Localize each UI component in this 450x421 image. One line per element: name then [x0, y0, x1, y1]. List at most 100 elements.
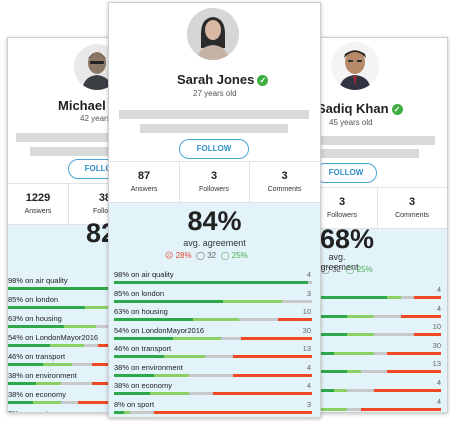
bar-segment — [374, 389, 441, 392]
topic-label: 8% on sport — [8, 409, 48, 412]
stat-value: 3 — [210, 170, 218, 182]
stat-value: 3 — [408, 196, 416, 208]
topic-count: 13 — [432, 359, 441, 369]
bar-segment — [83, 344, 98, 347]
topic-count: 4 — [436, 303, 441, 313]
bar-segment — [129, 410, 154, 414]
agreement-breakdown: ◯ 32 ◯ 25% — [321, 265, 373, 274]
bar-segment — [240, 336, 312, 340]
bar-segment — [64, 325, 97, 328]
bar-segment — [347, 314, 374, 318]
bar-segment — [205, 355, 233, 358]
bar-segment — [114, 410, 124, 414]
topic-count: 4 — [436, 378, 441, 387]
follow-button[interactable]: FOLLOW — [315, 163, 377, 183]
bar-segment — [360, 370, 388, 374]
stat-value: 87 — [137, 170, 151, 182]
bio-placeholder — [119, 110, 309, 119]
agreement-bar — [114, 392, 312, 395]
bar-segment — [360, 407, 441, 411]
topic-label: 46% on transport — [114, 344, 172, 353]
topic-count: 3 — [306, 288, 311, 298]
profile-age: 45 years old — [329, 118, 373, 127]
bio-placeholder — [307, 136, 435, 145]
topic-count: 3 — [306, 399, 311, 409]
stat-label: Comments — [267, 186, 302, 193]
bar-segment — [114, 318, 194, 321]
bar-segment — [400, 314, 441, 318]
stat-answers[interactable]: 1229 Answers — [8, 184, 69, 224]
avatar-sarah — [187, 8, 239, 60]
agreement-bar — [307, 389, 441, 392]
profile-name: Sarah Jones ✓ — [177, 72, 269, 87]
bar-segment — [114, 392, 150, 395]
bar-segment — [414, 333, 441, 337]
bar-segment — [374, 314, 401, 318]
bar-segment — [114, 336, 174, 340]
bar-segment — [347, 333, 374, 337]
stats-bar: 87 Answers 3 Followers 3 Comments — [109, 161, 320, 203]
agreement-bar — [114, 281, 312, 284]
bio-placeholder — [140, 124, 288, 133]
topic-count: 4 — [306, 270, 311, 279]
bar-segment — [8, 382, 36, 385]
agreement-percent: 84% — [187, 206, 242, 236]
bio-placeholder — [307, 149, 419, 158]
profile-card-sadiq: Sadiq Khan ✓ 45 years old FOLLOW 3 Follow… — [306, 37, 448, 413]
stat-comments[interactable]: 3 Comments — [249, 162, 320, 202]
bar-segment — [33, 401, 62, 404]
bar-segment — [189, 373, 233, 377]
topic-label: 85% on london — [114, 288, 165, 298]
avatar-sadiq — [331, 42, 379, 90]
bar-segment — [213, 392, 312, 395]
agreement-label: avg. agreement — [183, 238, 246, 248]
stat-value: 3 — [281, 170, 288, 182]
agreement-bar — [114, 318, 312, 321]
agreement-breakdown: ☹ 28% ◯ 32 ◯ 25% — [165, 251, 248, 260]
agree-value: 25% — [231, 251, 248, 260]
agreement-bar — [307, 351, 441, 355]
follow-button[interactable]: FOLLOW — [179, 139, 249, 159]
bar-segment — [8, 401, 34, 404]
stat-label: Comments — [395, 212, 429, 219]
agreement-bar — [307, 333, 441, 337]
bar-segment — [278, 318, 312, 321]
bar-segment — [36, 382, 62, 385]
topic-label: 38% on environment — [114, 362, 183, 372]
bar-segment — [414, 296, 441, 299]
bar-segment — [114, 281, 309, 284]
stat-answers[interactable]: 87 Answers — [109, 162, 180, 202]
topic-count: 13 — [302, 344, 311, 353]
bar-segment — [8, 363, 43, 366]
profile-name: Sadiq Khan ✓ — [317, 101, 403, 116]
agreement-bar — [114, 373, 312, 377]
agreement-bar — [114, 355, 312, 358]
bar-segment — [72, 363, 92, 366]
stat-comments[interactable]: 3 Comments — [377, 188, 447, 228]
topic-label: 54% on LondonMayor2016 — [8, 333, 99, 342]
topic-label: 54% on LondonMayor2016 — [114, 325, 205, 335]
bar-segment — [308, 281, 312, 284]
topic-label: 38% on economy — [8, 390, 66, 399]
profile-name-text: Sarah Jones — [177, 72, 255, 87]
profile-card-sarah: Sarah Jones ✓ 27 years old FOLLOW 87 Answ… — [108, 2, 321, 418]
topic-label: 98% on air quality — [8, 276, 68, 285]
bar-segment — [387, 296, 401, 299]
bar-segment — [347, 370, 361, 374]
agree-value: 25% — [356, 265, 373, 274]
agreement-bar — [307, 296, 441, 299]
topic-label: 38% on economy — [114, 381, 172, 390]
bar-segment — [374, 333, 415, 337]
agreement-bar — [307, 314, 441, 318]
bar-segment — [189, 392, 213, 395]
disagree-value: 28% — [175, 251, 192, 260]
bar-segment — [193, 318, 239, 321]
topic-count: 30 — [302, 325, 311, 335]
bar-segment — [114, 355, 164, 358]
stat-followers[interactable]: 3 Followers — [179, 162, 250, 202]
agreement-bar — [114, 299, 312, 303]
bar-segment — [153, 410, 312, 414]
bar-segment — [347, 389, 374, 392]
bar-segment — [222, 299, 283, 303]
neutral-value: 32 — [332, 265, 342, 274]
